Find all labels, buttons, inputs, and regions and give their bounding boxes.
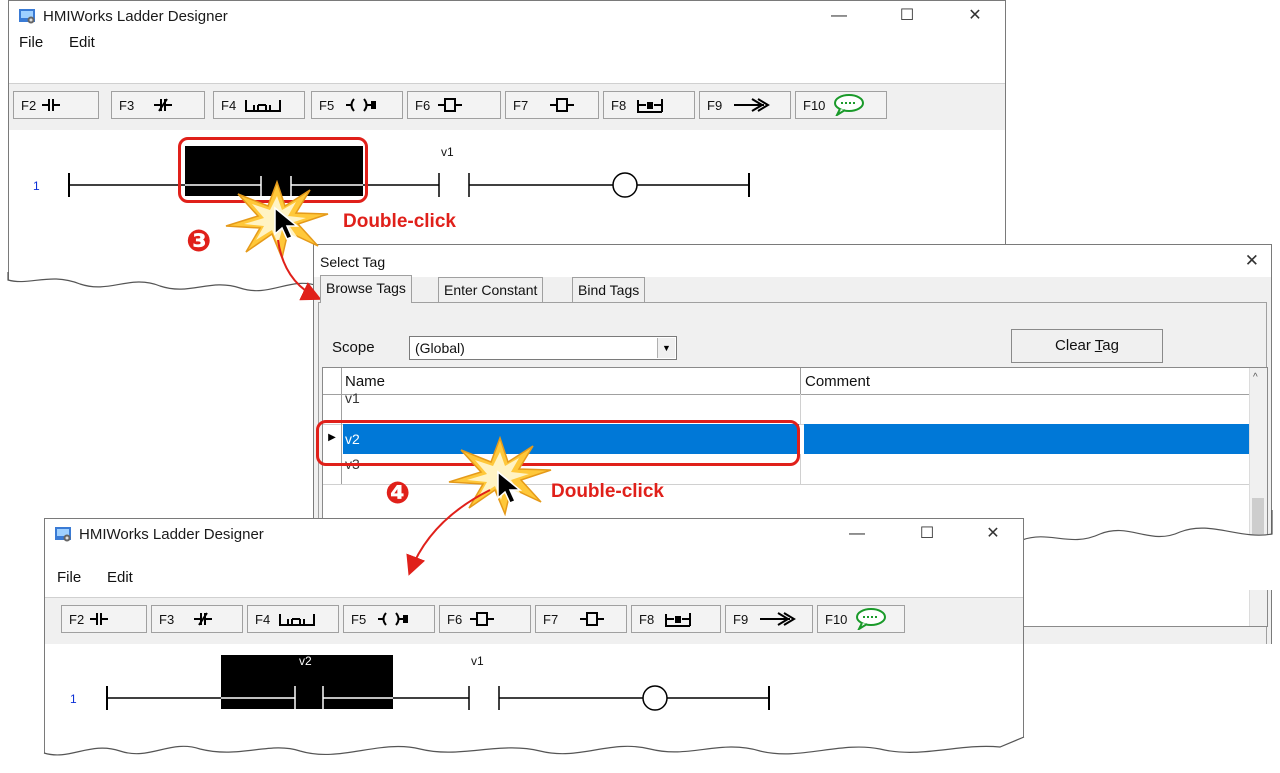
- tool-button-branch-end[interactable]: F8: [603, 91, 695, 119]
- tool-button-normally-closed-contact[interactable]: F3: [111, 91, 205, 119]
- tool-button-set-coil[interactable]: F6: [439, 605, 531, 633]
- app-icon: [55, 527, 71, 542]
- toolbar: F2 F3 F4 F5 F6 F7 F8 F9 F10: [9, 83, 1005, 131]
- tab-browse-tags[interactable]: Browse Tags: [320, 275, 412, 303]
- scope-value: (Global): [415, 340, 465, 356]
- maximize-icon[interactable]: ☐: [905, 521, 949, 547]
- scope-select[interactable]: (Global) ▼: [409, 336, 677, 360]
- minimize-icon[interactable]: —: [817, 3, 861, 29]
- coil-tag-label: v1: [471, 654, 484, 668]
- tool-button-jump[interactable]: F9: [725, 605, 813, 633]
- mouse-cursor-icon: [497, 470, 523, 504]
- clear-tag-button[interactable]: Clear Tag: [1011, 329, 1163, 363]
- ladder-rung: [106, 655, 770, 711]
- row-name: v1: [345, 390, 360, 406]
- tool-button-branch-end[interactable]: F8: [631, 605, 721, 633]
- torn-edge-bottom: [43, 736, 1025, 773]
- dropdown-arrow-icon[interactable]: ▼: [657, 338, 675, 358]
- tool-button-jump[interactable]: F9: [699, 91, 791, 119]
- menu-file[interactable]: File: [19, 34, 43, 51]
- title-bar[interactable]: HMIWorks Ladder Designer — ☐ ✕: [45, 519, 1023, 551]
- column-header-comment[interactable]: Comment: [805, 373, 870, 390]
- step-4-marker: ❹: [385, 477, 411, 510]
- tool-button-parallel-branch[interactable]: F4: [213, 91, 305, 119]
- clear-tag-label: Clear: [1055, 337, 1095, 354]
- dialog-title-bar[interactable]: Select Tag ✕: [314, 245, 1271, 277]
- tool-button-set-coil[interactable]: F6: [407, 91, 501, 119]
- tool-button-normally-open-contact[interactable]: F2: [61, 605, 147, 633]
- tool-button-reset-coil[interactable]: F7: [535, 605, 627, 633]
- title-bar[interactable]: HMIWorks Ladder Designer — ☐ ✕: [9, 1, 1005, 33]
- highlight-row-v2: [316, 420, 800, 466]
- tool-button-comment[interactable]: F10: [795, 91, 887, 119]
- window-title: HMIWorks Ladder Designer: [79, 526, 264, 543]
- menu-file[interactable]: File: [57, 569, 81, 586]
- window-title: HMIWorks Ladder Designer: [43, 8, 228, 25]
- double-click-label-4: Double-click: [551, 481, 664, 502]
- app-icon: [19, 9, 35, 24]
- toolbar: F2 F3 F4 F5 F6 F7 F8 F9 F10: [45, 597, 1023, 645]
- close-icon[interactable]: ✕: [953, 3, 997, 29]
- grid-header: Name Comment: [323, 368, 1255, 395]
- close-icon[interactable]: ✕: [1245, 251, 1259, 271]
- tool-button-comment[interactable]: F10: [817, 605, 905, 633]
- mouse-cursor-icon: [274, 206, 300, 240]
- step-3-marker: ❸: [186, 225, 212, 258]
- clear-tag-label-rest: ag: [1102, 337, 1119, 354]
- minimize-icon[interactable]: —: [835, 521, 879, 547]
- tool-button-parallel-branch[interactable]: F4: [247, 605, 339, 633]
- tool-button-coil[interactable]: F5: [343, 605, 435, 633]
- tool-button-normally-closed-contact[interactable]: F3: [151, 605, 243, 633]
- maximize-icon[interactable]: ☐: [885, 3, 929, 29]
- close-icon[interactable]: ✕: [971, 521, 1015, 547]
- scroll-up-icon[interactable]: ^: [1253, 372, 1258, 383]
- contact-tag-label: v2: [299, 654, 312, 668]
- tab-bind-tags[interactable]: Bind Tags: [572, 277, 646, 302]
- double-click-label-3: Double-click: [343, 211, 456, 232]
- ladder-canvas[interactable]: 1 v2 v1: [45, 644, 1023, 744]
- menu-edit[interactable]: Edit: [107, 569, 133, 586]
- tool-button-normally-open-contact[interactable]: F2: [13, 91, 99, 119]
- contact-tag-label: v1: [441, 145, 454, 159]
- tool-button-reset-coil[interactable]: F7: [505, 91, 599, 119]
- scope-label: Scope: [332, 339, 375, 356]
- tool-button-coil[interactable]: F5: [311, 91, 403, 119]
- tab-enter-constant[interactable]: Enter Constant: [438, 277, 544, 302]
- menu-edit[interactable]: Edit: [69, 34, 95, 51]
- column-header-name[interactable]: Name: [345, 373, 385, 390]
